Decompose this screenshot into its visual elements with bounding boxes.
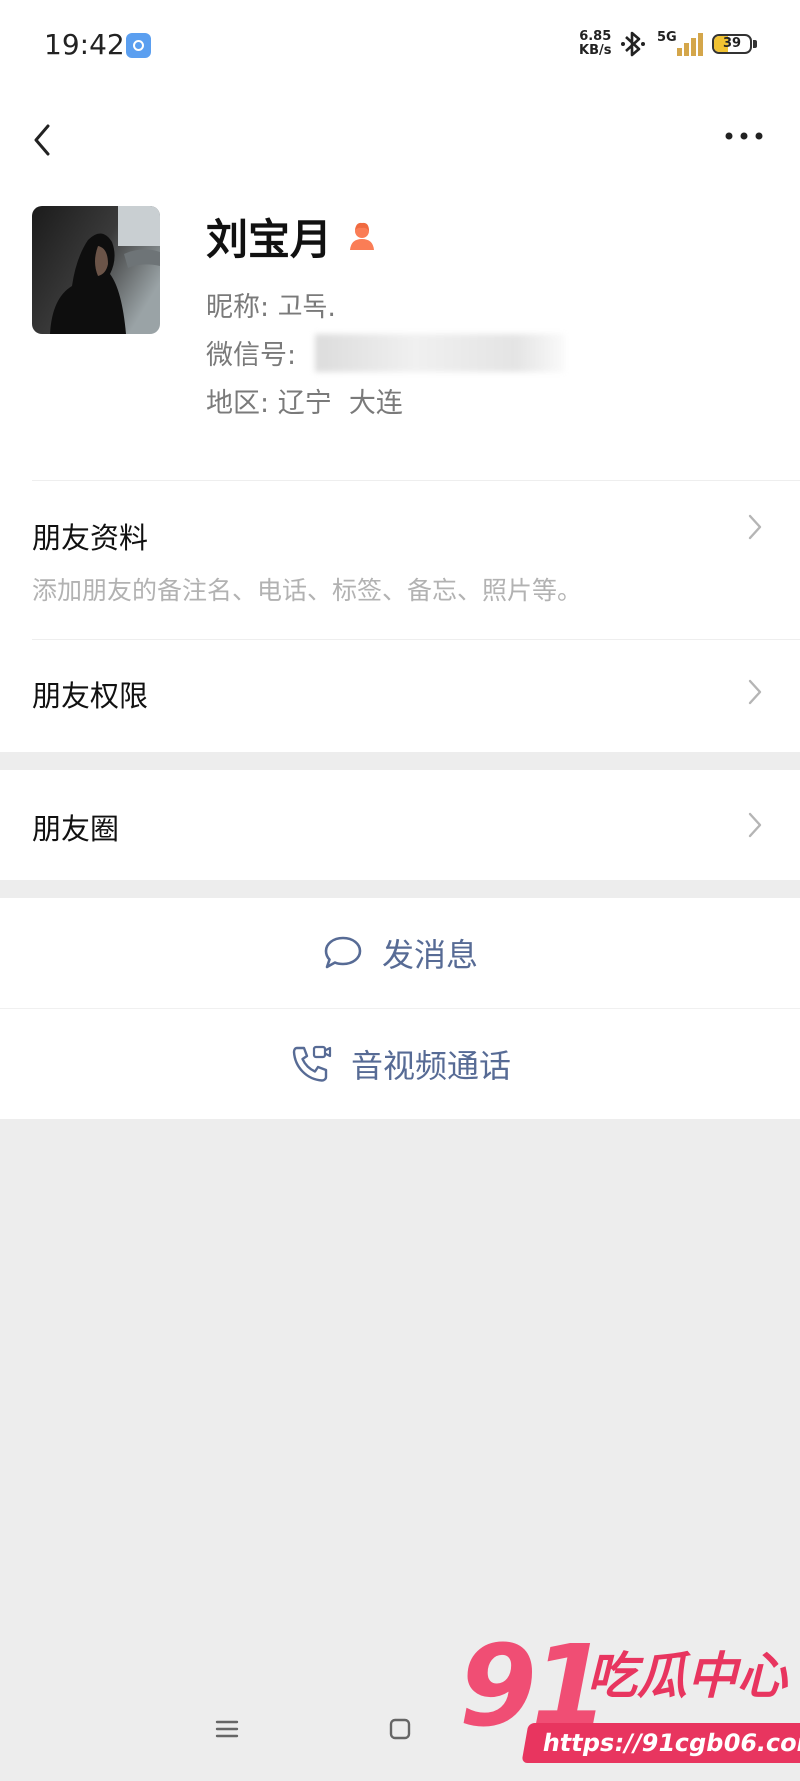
moments-card: 朋友圈: [0, 770, 800, 880]
divider: [32, 480, 800, 481]
region-label: 地区:: [206, 388, 270, 419]
friend-info-title: 朋友资料: [32, 521, 149, 555]
wechat-id-label: 微信号:: [206, 340, 297, 371]
phone-video-icon: [292, 1045, 332, 1082]
watermark-url: https://91cgb06.com: [521, 1723, 800, 1763]
status-bar: 19:42 6.85 KB/s 5G 39: [0, 0, 800, 92]
avatar[interactable]: [32, 206, 160, 334]
watermark-brand: 吃瓜中心: [587, 1647, 787, 1705]
friend-permission-title: 朋友权限: [32, 679, 149, 713]
bluetooth-icon: [621, 31, 645, 57]
moments-title: 朋友圈: [32, 812, 120, 846]
status-time: 19:42: [44, 28, 125, 61]
avatar-image: [32, 206, 160, 334]
wechat-id-redacted: [315, 334, 565, 372]
battery-tip: [753, 40, 757, 48]
chevron-right-icon: [748, 514, 762, 540]
friend-settings-card: 朋友资料 添加朋友的备注名、电话、标签、备忘、照片等。 朋友权限: [0, 482, 800, 752]
chevron-left-icon: [34, 124, 50, 156]
friend-info-subtitle: 添加朋友的备注名、电话、标签、备忘、照片等。: [32, 576, 583, 605]
nickname-value: 고독.: [277, 292, 336, 323]
more-dots-icon: [725, 132, 763, 140]
battery-icon: 39: [712, 34, 752, 54]
home-icon[interactable]: [387, 1716, 413, 1742]
more-button[interactable]: [716, 104, 776, 176]
profile-header: 刘宝月 昵称: 고독. 微信号: 地区: 辽宁 大连: [0, 192, 800, 482]
menu-icon[interactable]: [214, 1716, 240, 1742]
watermark-logo: 91 吃瓜中心 https://91cgb06.com: [455, 1622, 800, 1770]
app-badge-icon: [126, 33, 151, 58]
send-message-button[interactable]: 发消息: [0, 898, 800, 1008]
region-value: 辽宁 大连: [277, 388, 403, 419]
row-moments[interactable]: 朋友圈: [0, 770, 800, 880]
name-row: 刘宝月: [206, 206, 378, 266]
battery-level: 39: [722, 36, 742, 51]
back-button[interactable]: [22, 104, 72, 176]
profile-name: 刘宝月: [206, 214, 333, 264]
row-friend-permission[interactable]: 朋友权限: [0, 640, 800, 752]
signal-icon: [677, 33, 703, 56]
wechat-id-line: 微信号:: [206, 333, 296, 372]
nickname-label: 昵称:: [206, 292, 270, 323]
chevron-right-icon: [748, 812, 762, 838]
row-friend-info[interactable]: 朋友资料 添加朋友的备注名、电话、标签、备忘、照片等。: [0, 482, 800, 639]
net-speed-unit: KB/s: [579, 43, 612, 58]
nav-bar: [0, 92, 800, 192]
nickname-line: 昵称: 고독.: [206, 285, 336, 324]
region-line: 地区: 辽宁 大连: [206, 381, 403, 420]
send-message-label: 发消息: [381, 936, 478, 974]
chat-bubble-icon: [324, 936, 362, 969]
av-call-label: 音视频通话: [350, 1047, 511, 1085]
chevron-right-icon: [748, 679, 762, 705]
net-speed-value: 6.85: [579, 29, 612, 44]
av-call-button[interactable]: 音视频通话: [0, 1009, 800, 1119]
female-icon: [350, 222, 375, 250]
net-speed: 6.85 KB/s: [579, 30, 611, 58]
